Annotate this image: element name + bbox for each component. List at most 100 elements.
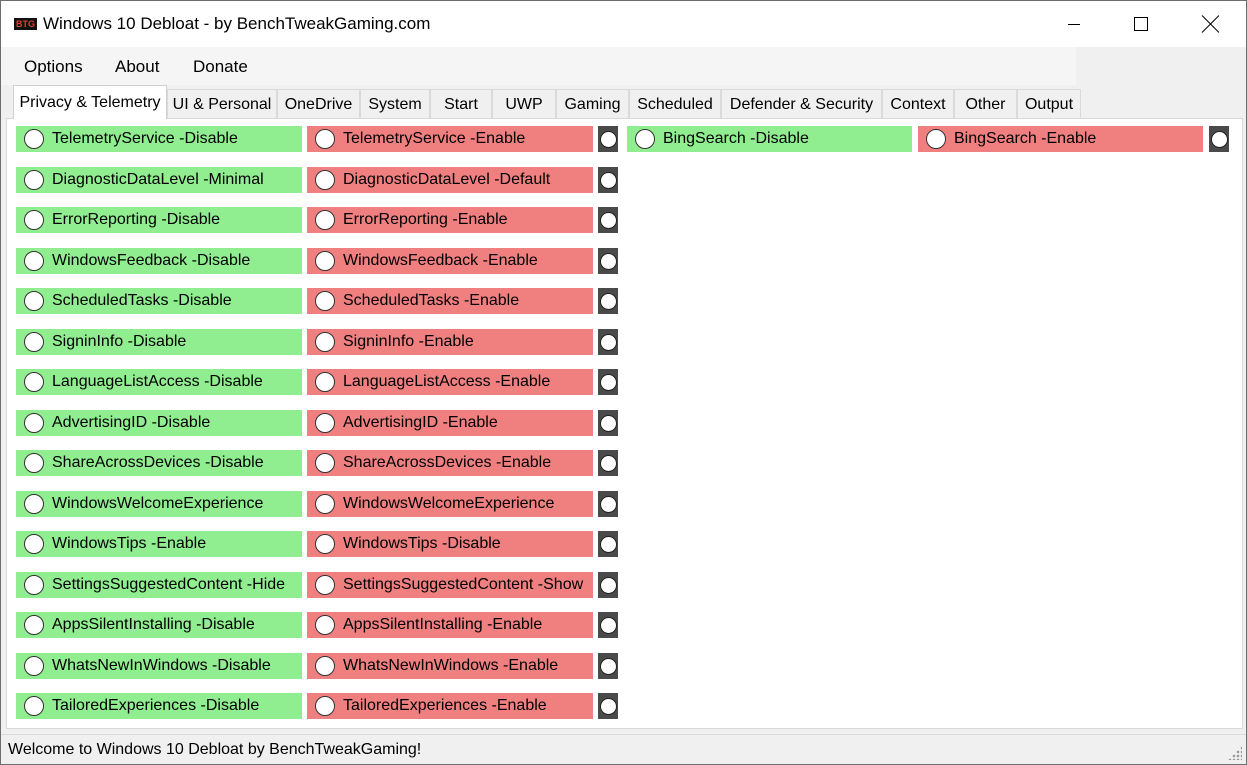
radio-icon: [599, 292, 617, 310]
menu-donate[interactable]: Donate: [193, 55, 248, 79]
radio-icon: [24, 291, 44, 311]
radio-icon: [24, 494, 44, 514]
tweak-toggle[interactable]: [598, 531, 618, 557]
close-button[interactable]: [1188, 1, 1234, 47]
tab-output[interactable]: Output: [1017, 89, 1081, 119]
tab-uwp[interactable]: UWP: [492, 89, 556, 119]
tweak-enable-button[interactable]: SettingsSuggestedContent -Hide: [16, 572, 302, 598]
tweak-enable-button[interactable]: ScheduledTasks -Disable: [16, 288, 302, 314]
tweak-disable-button[interactable]: WindowsFeedback -Enable: [307, 248, 593, 274]
menu-options[interactable]: Options: [24, 55, 83, 79]
tweak-enable-button[interactable]: ErrorReporting -Disable: [16, 207, 302, 233]
tweak-disable-label: TailoredExperiences -Enable: [343, 697, 547, 714]
radio-icon: [24, 656, 44, 676]
minimize-button[interactable]: [1051, 1, 1097, 47]
tweak-enable-button[interactable]: TailoredExperiences -Disable: [16, 693, 302, 719]
tweak-disable-button[interactable]: WindowsWelcomeExperience: [307, 491, 593, 517]
tweak-toggle[interactable]: [598, 288, 618, 314]
tweak-toggle[interactable]: [1209, 126, 1229, 152]
tweak-toggle[interactable]: [598, 572, 618, 598]
radio-icon: [24, 251, 44, 271]
tweak-disable-button[interactable]: TailoredExperiences -Enable: [307, 693, 593, 719]
tweak-disable-button[interactable]: BingSearch -Enable: [918, 126, 1203, 152]
tab-gaming[interactable]: Gaming: [556, 89, 629, 119]
tweak-toggle[interactable]: [598, 248, 618, 274]
tweak-toggle[interactable]: [598, 126, 618, 152]
tweak-enable-button[interactable]: WindowsWelcomeExperience: [16, 491, 302, 517]
tweak-disable-button[interactable]: TelemetryService -Enable: [307, 126, 593, 152]
tweak-enable-button[interactable]: ShareAcrossDevices -Disable: [16, 450, 302, 476]
radio-icon: [599, 373, 617, 391]
radio-icon: [24, 534, 44, 554]
tweak-enable-label: WindowsTips -Enable: [52, 535, 207, 552]
radio-icon: [24, 332, 44, 352]
menu-about[interactable]: About: [115, 55, 159, 79]
tweak-disable-button[interactable]: AdvertisingID -Enable: [307, 410, 593, 436]
title-bar[interactable]: BTG Windows 10 Debloat - by BenchTweakGa…: [1, 1, 1246, 47]
tweak-disable-button[interactable]: LanguageListAccess -Enable: [307, 369, 593, 395]
tweak-toggle[interactable]: [598, 410, 618, 436]
radio-icon: [315, 251, 335, 271]
tweak-disable-label: DiagnosticDataLevel -Default: [343, 171, 551, 188]
tweak-disable-button[interactable]: DiagnosticDataLevel -Default: [307, 167, 593, 193]
tab-system[interactable]: System: [360, 89, 430, 119]
tweak-enable-label: BingSearch -Disable: [663, 130, 809, 147]
radio-icon: [24, 170, 44, 190]
tab-ui-personal[interactable]: UI & Personal: [167, 89, 277, 119]
tweak-disable-button[interactable]: AppsSilentInstalling -Enable: [307, 612, 593, 638]
radio-icon: [599, 657, 617, 675]
tab-context[interactable]: Context: [882, 89, 954, 119]
tweak-enable-button[interactable]: BingSearch -Disable: [627, 126, 912, 152]
tweak-enable-button[interactable]: TelemetryService -Disable: [16, 126, 302, 152]
tweak-enable-label: TailoredExperiences -Disable: [52, 697, 260, 714]
tweak-enable-button[interactable]: SigninInfo -Disable: [16, 329, 302, 355]
tweak-disable-button[interactable]: WhatsNewInWindows -Enable: [307, 653, 593, 679]
tweak-toggle[interactable]: [598, 653, 618, 679]
tweak-toggle[interactable]: [598, 491, 618, 517]
tweak-disable-button[interactable]: ErrorReporting -Enable: [307, 207, 593, 233]
radio-icon: [315, 291, 335, 311]
tweak-toggle[interactable]: [598, 693, 618, 719]
tab-defender-security[interactable]: Defender & Security: [721, 89, 882, 119]
window-title: Windows 10 Debloat - by BenchTweakGaming…: [43, 14, 431, 33]
radio-icon: [599, 697, 617, 715]
tweak-toggle[interactable]: [598, 329, 618, 355]
tweak-enable-label: DiagnosticDataLevel -Minimal: [52, 171, 264, 188]
tweak-toggle[interactable]: [598, 369, 618, 395]
radio-icon: [599, 454, 617, 472]
tweak-enable-button[interactable]: AdvertisingID -Disable: [16, 410, 302, 436]
tab-privacy-telemetry[interactable]: Privacy & Telemetry: [13, 85, 167, 119]
maximize-button[interactable]: [1118, 1, 1164, 47]
tweak-enable-button[interactable]: AppsSilentInstalling -Disable: [16, 612, 302, 638]
tweak-disable-button[interactable]: SigninInfo -Enable: [307, 329, 593, 355]
tweak-toggle[interactable]: [598, 167, 618, 193]
tweak-enable-button[interactable]: WhatsNewInWindows -Disable: [16, 653, 302, 679]
resize-grip-icon[interactable]: [1228, 746, 1242, 760]
tweak-enable-label: AppsSilentInstalling -Disable: [52, 616, 255, 633]
tab-scheduled[interactable]: Scheduled: [629, 89, 721, 119]
tweak-toggle[interactable]: [598, 450, 618, 476]
tab-other[interactable]: Other: [954, 89, 1017, 119]
tweak-toggle[interactable]: [598, 207, 618, 233]
tweak-toggle[interactable]: [598, 612, 618, 638]
radio-icon: [24, 615, 44, 635]
tweak-enable-button[interactable]: WindowsTips -Enable: [16, 531, 302, 557]
radio-icon: [24, 696, 44, 716]
tweak-disable-button[interactable]: ShareAcrossDevices -Enable: [307, 450, 593, 476]
tweak-enable-button[interactable]: WindowsFeedback -Disable: [16, 248, 302, 274]
tweak-enable-button[interactable]: LanguageListAccess -Disable: [16, 369, 302, 395]
tweak-disable-button[interactable]: WindowsTips -Disable: [307, 531, 593, 557]
tab-start[interactable]: Start: [430, 89, 492, 119]
radio-icon: [599, 171, 617, 189]
tweak-disable-button[interactable]: ScheduledTasks -Enable: [307, 288, 593, 314]
tweak-enable-label: WindowsFeedback -Disable: [52, 252, 251, 269]
tweak-disable-button[interactable]: SettingsSuggestedContent -Show: [307, 572, 593, 598]
radio-icon: [315, 210, 335, 230]
tweak-disable-label: AdvertisingID -Enable: [343, 414, 498, 431]
tab-onedrive[interactable]: OneDrive: [277, 89, 360, 119]
tweak-enable-button[interactable]: DiagnosticDataLevel -Minimal: [16, 167, 302, 193]
radio-icon: [315, 534, 335, 554]
radio-icon: [315, 575, 335, 595]
radio-icon: [599, 616, 617, 634]
radio-icon: [599, 211, 617, 229]
